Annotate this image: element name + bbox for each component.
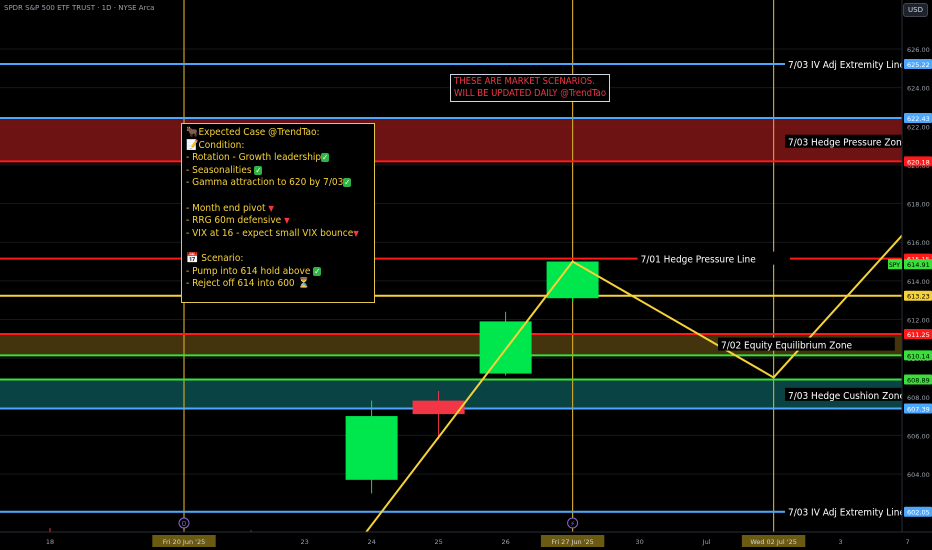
down-triangle-icon: ▼ bbox=[353, 228, 359, 238]
level-label: 7/01 Hedge Pressure Line bbox=[641, 255, 757, 266]
price-tag-label: 622.43 bbox=[907, 115, 930, 123]
bull-candle bbox=[546, 261, 599, 299]
scenario-banner-line-2: WILL BE UPDATED DAILY @TrendTao bbox=[454, 88, 607, 99]
event-icon-glyph: ⚡ bbox=[570, 520, 575, 528]
level-label: 7/02 Equity Equilibrium Zone bbox=[721, 341, 853, 352]
price-tick-label: 606.00 bbox=[907, 432, 930, 440]
expected-case-line bbox=[186, 190, 370, 203]
expected-case-line: - Month end pivot ▼ bbox=[186, 202, 274, 214]
expected-case-line: - RRG 60m defensive ▼ bbox=[186, 215, 290, 227]
price-tag-label: 620.18 bbox=[907, 158, 930, 166]
time-tick-label: Fri 20 Jun '25 bbox=[163, 538, 205, 546]
expected-case-note: 🐂Expected Case @TrendTao: 📝Condition: - R… bbox=[181, 123, 375, 303]
scenario-banner-line-1: THESE ARE MARKET SCENARIOS. bbox=[454, 76, 595, 87]
expected-case-line: - Reject off 614 into 600 ⏳ bbox=[186, 278, 310, 290]
time-tick-label: Fri 27 Jun '25 bbox=[551, 538, 593, 546]
time-tick-label: 18 bbox=[46, 538, 54, 546]
price-tag-label: 607.39 bbox=[907, 406, 930, 414]
price-tick-label: 604.00 bbox=[907, 471, 930, 479]
down-triangle-icon: ▼ bbox=[284, 216, 290, 226]
price-tick-label: 612.00 bbox=[907, 316, 930, 324]
level-label: 7/03 IV Adj Extremity Line bbox=[788, 508, 905, 519]
price-tick-label: 614.00 bbox=[907, 278, 930, 286]
level-zone bbox=[0, 117, 902, 162]
price-tag-label: 613.23 bbox=[907, 293, 930, 301]
level-label: 7/03 Hedge Cushion Zone bbox=[788, 391, 905, 402]
expected-case-title: 🐂Expected Case @TrendTao: bbox=[186, 127, 320, 138]
expected-case-lines: 📝Condition: - Rotation - Growth leadershi… bbox=[186, 140, 370, 291]
level-label: 7/03 Hedge Pressure Zone bbox=[788, 138, 908, 149]
event-icon-glyph: 0 bbox=[182, 520, 186, 528]
down-triangle-icon: ▼ bbox=[268, 203, 274, 213]
expected-case-line: 📅 Scenario: bbox=[186, 252, 244, 264]
check-icon: ✓ bbox=[343, 178, 352, 188]
time-tick-label: 24 bbox=[367, 538, 375, 546]
time-tick-label: Jul bbox=[702, 538, 711, 546]
price-tick-label: 616.00 bbox=[907, 239, 930, 247]
time-tick-label: 30 bbox=[635, 538, 643, 546]
price-tick-label: 624.00 bbox=[907, 85, 930, 93]
price-tag-label: 608.89 bbox=[907, 377, 930, 385]
price-tag-label: 610.14 bbox=[907, 352, 930, 360]
expected-case-line: 📝Condition: bbox=[186, 139, 245, 151]
check-icon: ✓ bbox=[313, 266, 322, 276]
time-tick-label: 7 bbox=[906, 538, 910, 546]
price-axis bbox=[902, 0, 932, 550]
expected-case-line: - VIX at 16 - expect small VIX bounce▼ bbox=[186, 227, 359, 239]
expected-case-line: - Gamma attraction to 620 by 7/03✓ bbox=[186, 177, 352, 189]
last-price-label: 614.91 bbox=[907, 261, 930, 269]
expected-case-line: - Rotation - Growth leadership✓ bbox=[186, 152, 330, 164]
price-tick-label: 608.00 bbox=[907, 394, 930, 402]
time-tick-label: 26 bbox=[501, 538, 509, 546]
time-tick-label: Wed 02 Jul '25 bbox=[750, 538, 797, 546]
expected-case-line: - Pump into 614 hold above ✓ bbox=[186, 265, 322, 277]
expected-case-line: - Seasonalities ✓ bbox=[186, 164, 263, 176]
time-tick-label: 3 bbox=[839, 538, 843, 546]
price-tag-label: 625.22 bbox=[907, 61, 930, 69]
expected-case-line bbox=[186, 240, 370, 253]
symbol-header: SPDR S&P 500 ETF TRUST · 1D · NYSE Arca bbox=[4, 4, 155, 12]
price-tag-label: 611.25 bbox=[907, 331, 930, 339]
check-icon: ✓ bbox=[321, 153, 330, 163]
symbol-tag-label: SPY bbox=[889, 262, 900, 269]
check-icon: ✓ bbox=[254, 165, 263, 175]
time-tick-label: 25 bbox=[434, 538, 442, 546]
scenario-banner: THESE ARE MARKET SCENARIOS. WILL BE UPDA… bbox=[450, 74, 611, 102]
bull-candle bbox=[479, 321, 532, 374]
level-label: 7/03 IV Adj Extremity Line bbox=[788, 60, 905, 71]
currency-button[interactable]: USD bbox=[903, 3, 928, 17]
price-tag-label: 602.05 bbox=[907, 509, 930, 517]
price-tick-label: 622.00 bbox=[907, 123, 930, 131]
time-tick-label: 23 bbox=[300, 538, 308, 546]
bull-candle bbox=[345, 416, 398, 480]
price-tick-label: 618.00 bbox=[907, 201, 930, 209]
price-tick-label: 626.00 bbox=[907, 46, 930, 54]
